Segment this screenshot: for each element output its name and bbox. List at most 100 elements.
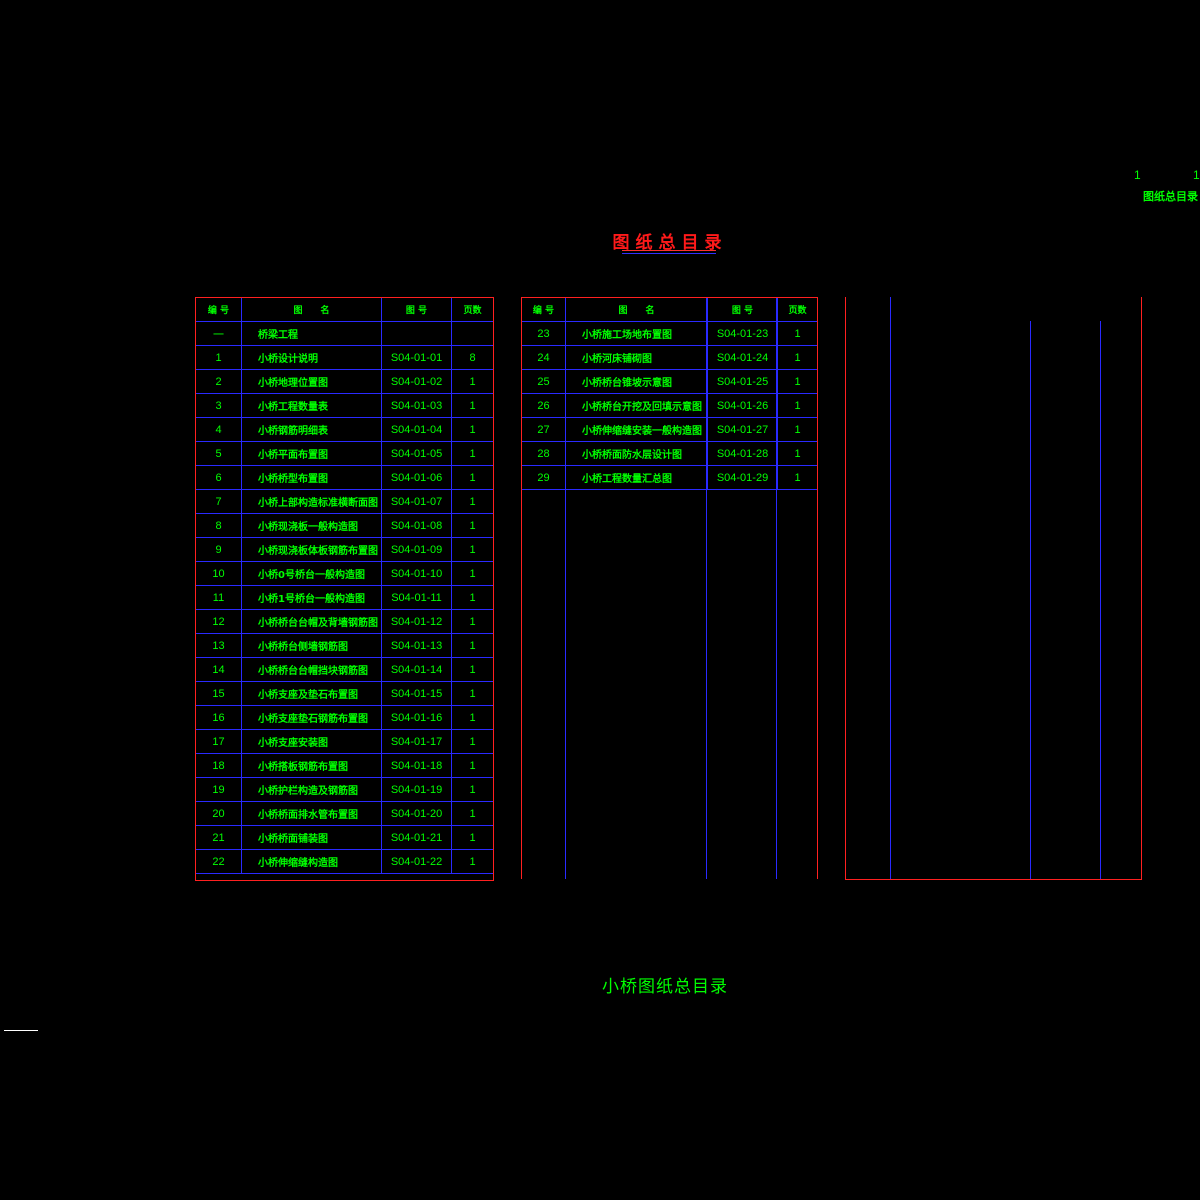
row-drawing-code: S04-01-23 xyxy=(707,321,778,346)
empty-table-column-line xyxy=(1030,321,1031,879)
row-number: 17 xyxy=(195,729,242,754)
row-drawing-name: 小桥施工场地布置图 xyxy=(565,321,708,346)
table-row: 8 小桥现浇板一般构造图 S04-01-08 1 xyxy=(195,513,494,538)
row-page-count: 1 xyxy=(451,465,494,490)
row-drawing-name: 小桥现浇板一般构造图 xyxy=(241,513,382,538)
table-row: 22 小桥伸缩缝构造图 S04-01-22 1 xyxy=(195,849,494,874)
empty-table-column-line xyxy=(890,297,891,879)
table-row: 3 小桥工程数量表 S04-01-03 1 xyxy=(195,393,494,418)
row-drawing-name: 小桥设计说明 xyxy=(241,345,382,370)
row-drawing-name: 小桥伸缩缝安装一般构造图 xyxy=(565,417,708,442)
table-row: 12 小桥桥台台帽及背墙钢筋图 S04-01-12 1 xyxy=(195,609,494,634)
row-number: 26 xyxy=(521,393,566,418)
row-page-count: 1 xyxy=(451,681,494,706)
table-row: 13 小桥桥台侧墙钢筋图 S04-01-13 1 xyxy=(195,633,494,658)
row-drawing-name: 小桥上部构造标准横断面图 xyxy=(241,489,382,514)
drawing-caption: 小桥图纸总目录 xyxy=(602,977,728,997)
row-page-count: 1 xyxy=(451,417,494,442)
row-drawing-code: S04-01-11 xyxy=(381,585,452,610)
row-page-count xyxy=(451,321,494,346)
row-number: 2 xyxy=(195,369,242,394)
table-row: 一桥梁工程 xyxy=(195,321,494,346)
row-number: 24 xyxy=(521,345,566,370)
header-pages: 页数 xyxy=(451,297,494,322)
row-page-count: 1 xyxy=(777,393,818,418)
row-drawing-name: 小桥桥台锥坡示意图 xyxy=(565,369,708,394)
row-page-count: 1 xyxy=(451,561,494,586)
row-number: 23 xyxy=(521,321,566,346)
row-drawing-name: 小桥桥面铺装图 xyxy=(241,825,382,850)
row-number: 10 xyxy=(195,561,242,586)
table-row: 16 小桥支座垫石钢筋布置图 S04-01-16 1 xyxy=(195,705,494,730)
table-row: 19 小桥护栏构造及钢筋图 S04-01-19 1 xyxy=(195,777,494,802)
row-drawing-name: 小桥伸缩缝构造图 xyxy=(241,849,382,874)
row-page-count: 1 xyxy=(451,657,494,682)
table-header-row: 编 号 图 名 图 号 页数 xyxy=(195,297,494,322)
row-drawing-code xyxy=(381,321,452,346)
row-number: 21 xyxy=(195,825,242,850)
header-number: 编 号 xyxy=(521,297,566,322)
row-number: 22 xyxy=(195,849,242,874)
row-drawing-code: S04-01-17 xyxy=(381,729,452,754)
row-drawing-name: 小桥1号桥台一般构造图 xyxy=(241,585,382,610)
row-drawing-code: S04-01-27 xyxy=(707,417,778,442)
row-drawing-name: 小桥支座及垫石布置图 xyxy=(241,681,382,706)
table-2-column-line xyxy=(706,297,707,879)
sheet-number-right: 1 xyxy=(1193,168,1200,182)
row-page-count: 1 xyxy=(451,513,494,538)
row-drawing-code: S04-01-08 xyxy=(381,513,452,538)
row-drawing-code: S04-01-19 xyxy=(381,777,452,802)
table-row: 2 小桥地理位置图 S04-01-02 1 xyxy=(195,369,494,394)
row-drawing-name: 小桥地理位置图 xyxy=(241,369,382,394)
table-row: 14 小桥桥台台帽挡块钢筋图 S04-01-14 1 xyxy=(195,657,494,682)
row-drawing-name: 小桥钢筋明细表 xyxy=(241,417,382,442)
table-row: 11 小桥1号桥台一般构造图 S04-01-11 1 xyxy=(195,585,494,610)
corner-sheet-label: 图纸总目录 xyxy=(1143,190,1198,203)
table-row: 10 小桥0号桥台一般构造图 S04-01-10 1 xyxy=(195,561,494,586)
directory-table-1: 编 号 图 名 图 号 页数 一桥梁工程 1 小桥设计说明 S04-01-01 8 2 小桥… xyxy=(195,297,494,874)
row-drawing-code: S04-01-24 xyxy=(707,345,778,370)
row-page-count: 1 xyxy=(451,441,494,466)
row-drawing-name: 小桥护栏构造及钢筋图 xyxy=(241,777,382,802)
header-code: 图 号 xyxy=(707,297,778,322)
row-drawing-code: S04-01-20 xyxy=(381,801,452,826)
row-page-count: 1 xyxy=(777,369,818,394)
table-row: 21 小桥桥面铺装图 S04-01-21 1 xyxy=(195,825,494,850)
row-number: 4 xyxy=(195,417,242,442)
row-page-count: 1 xyxy=(451,393,494,418)
row-number: 15 xyxy=(195,681,242,706)
row-drawing-code: S04-01-26 xyxy=(707,393,778,418)
scale-tick-mark xyxy=(4,1030,38,1031)
row-page-count: 1 xyxy=(777,465,818,490)
table-row: 4 小桥钢筋明细表 S04-01-04 1 xyxy=(195,417,494,442)
row-drawing-code: S04-01-05 xyxy=(381,441,452,466)
row-page-count: 1 xyxy=(777,441,818,466)
row-number: 一 xyxy=(195,321,242,346)
row-page-count: 1 xyxy=(451,585,494,610)
row-drawing-name: 小桥0号桥台一般构造图 xyxy=(241,561,382,586)
row-drawing-name: 小桥现浇板体板钢筋布置图 xyxy=(241,537,382,562)
row-drawing-name: 小桥平面布置图 xyxy=(241,441,382,466)
table-row: 5 小桥平面布置图 S04-01-05 1 xyxy=(195,441,494,466)
row-number: 29 xyxy=(521,465,566,490)
row-drawing-code: S04-01-02 xyxy=(381,369,452,394)
row-drawing-code: S04-01-28 xyxy=(707,441,778,466)
row-drawing-name: 小桥桥台开挖及回填示意图 xyxy=(565,393,708,418)
row-drawing-name: 小桥支座安装图 xyxy=(241,729,382,754)
header-name: 图 名 xyxy=(241,297,382,322)
empty-table-column-line xyxy=(1100,321,1101,879)
row-drawing-code: S04-01-22 xyxy=(381,849,452,874)
row-drawing-name: 小桥工程数量表 xyxy=(241,393,382,418)
row-drawing-code: S04-01-10 xyxy=(381,561,452,586)
row-drawing-name: 小桥桥型布置图 xyxy=(241,465,382,490)
row-number: 20 xyxy=(195,801,242,826)
table-row: 1 小桥设计说明 S04-01-01 8 xyxy=(195,345,494,370)
sheet-number-left: 1 xyxy=(1134,168,1141,182)
row-drawing-name: 小桥搭板钢筋布置图 xyxy=(241,753,382,778)
row-page-count: 1 xyxy=(451,369,494,394)
row-number: 3 xyxy=(195,393,242,418)
table-row: 17 小桥支座安装图 S04-01-17 1 xyxy=(195,729,494,754)
row-page-count: 1 xyxy=(451,633,494,658)
row-drawing-code: S04-01-14 xyxy=(381,657,452,682)
row-drawing-code: S04-01-29 xyxy=(707,465,778,490)
